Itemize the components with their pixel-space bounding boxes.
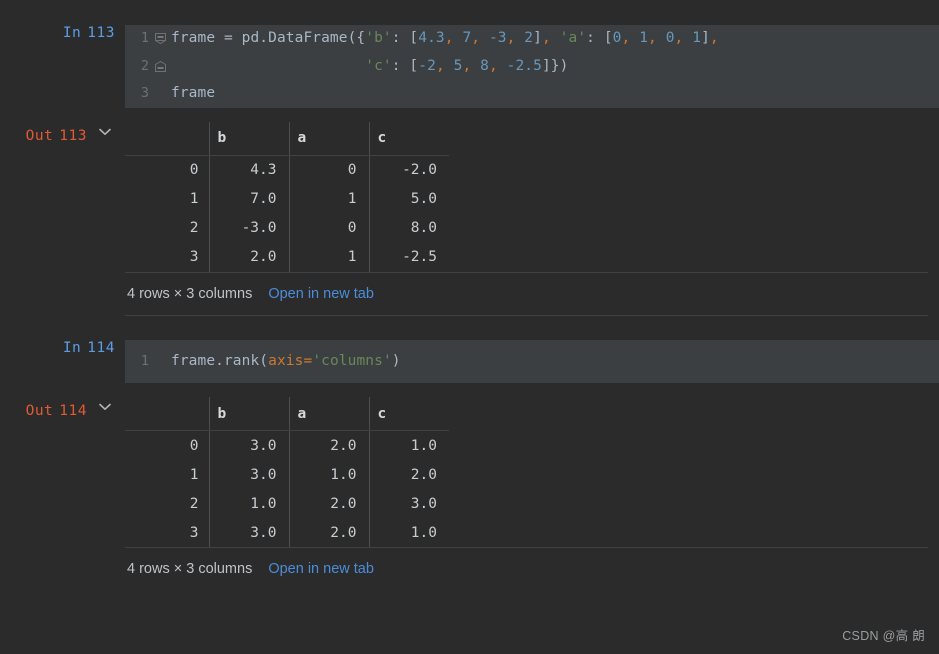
table-column-header-b: b — [208, 121, 289, 156]
table-column-header-c: c — [368, 121, 449, 156]
table-cell: 1.0 — [208, 489, 289, 518]
dataframe-table-114: b a c 0 3.0 2.0 1.0 1 3.0 1.0 2.0 2 1.0 … — [125, 397, 449, 547]
table-cell: 2.0 — [288, 518, 369, 547]
cell-gap-113 — [0, 107, 939, 122]
dataframe-shape-summary: 4 rows × 3 columns — [127, 285, 253, 302]
table-index-header — [125, 397, 209, 431]
dataframe-footer-114: 4 rows × 3 columns Open in new tab — [125, 548, 939, 590]
table-row: 2 1.0 2.0 3.0 — [125, 489, 449, 518]
code-fold-gutter-113[interactable] — [153, 25, 167, 108]
table-row: 2 -3.0 0 8.0 — [125, 213, 449, 243]
input-prompt-label-114: In — [62, 339, 82, 356]
input-prompt-114: In 114 — [0, 339, 125, 356]
line-number: 2 — [140, 57, 149, 74]
output-cell-114: Out 114 b a c 0 3.0 2.0 1.0 1 3.0 1.0 2.… — [0, 397, 939, 590]
table-column-header-b: b — [208, 397, 289, 431]
table-cell: 7.0 — [208, 184, 289, 214]
cell-gap-113-114 — [0, 315, 939, 340]
input-prompt-label-113: In — [62, 25, 82, 41]
output-body-114: b a c 0 3.0 2.0 1.0 1 3.0 1.0 2.0 2 1.0 … — [125, 397, 939, 590]
output-prompt-number-113: 113 — [59, 127, 87, 144]
table-cell: 1 — [288, 242, 369, 272]
table-row: 3 3.0 2.0 1.0 — [125, 518, 449, 547]
watermark: CSDN @高 朗 — [842, 629, 925, 643]
line-number: 3 — [140, 85, 149, 101]
table-index-cell: 1 — [189, 191, 199, 207]
table-index-cell: 0 — [189, 162, 199, 178]
table-cell: 3.0 — [368, 489, 449, 518]
table-column-header-c: c — [368, 397, 449, 431]
output-prompt-113: Out 113 — [0, 121, 125, 144]
table-index-cell: 1 — [189, 466, 199, 483]
table-cell: 1.0 — [368, 518, 449, 547]
output-body-113: b a c 0 4.3 0 -2.0 1 7.0 1 5.0 2 -3.0 0 … — [125, 121, 939, 316]
table-index-cell: 2 — [189, 220, 199, 236]
line-number: 1 — [140, 352, 149, 369]
table-index-cell: 0 — [189, 437, 199, 454]
table-row: 0 4.3 0 -2.0 — [125, 155, 449, 185]
open-in-new-tab-link[interactable]: Open in new tab — [268, 286, 374, 302]
table-cell: 1.0 — [368, 430, 449, 460]
table-row: 1 7.0 1 5.0 — [125, 184, 449, 214]
table-cell: 0 — [288, 155, 369, 185]
fold-end-icon[interactable] — [154, 53, 166, 81]
code-fold-gutter-114 — [153, 347, 167, 375]
table-cell: 5.0 — [368, 184, 449, 214]
table-header-row: b a c — [125, 121, 449, 156]
cell-gap-114 — [0, 383, 939, 397]
table-footer-divider-bottom — [125, 314, 928, 316]
table-cell: 2.0 — [208, 242, 289, 272]
table-index-cell: 2 — [189, 495, 199, 512]
input-prompt-113: In 113 — [0, 25, 125, 41]
line-number-gutter-113: 1 2 3 — [125, 25, 153, 108]
table-cell: 2.0 — [288, 430, 369, 460]
code-editor-113[interactable]: 1 2 3 frame = pd.DataFrame({'b': [4.3, 7… — [125, 25, 939, 108]
table-index-cell: 3 — [189, 524, 199, 541]
table-column-header-a: a — [288, 397, 369, 431]
table-row: 0 3.0 2.0 1.0 — [125, 430, 449, 460]
dataframe-table-113: b a c 0 4.3 0 -2.0 1 7.0 1 5.0 2 -3.0 0 … — [125, 121, 449, 272]
top-spacer — [0, 0, 939, 25]
line-number-gutter-114: 1 — [125, 347, 153, 375]
dataframe-footer-113: 4 rows × 3 columns Open in new tab — [125, 273, 939, 315]
input-cell-113[interactable]: In 113 1 2 3 frame = pd.DataFrame({'b': … — [0, 25, 939, 108]
output-prompt-label-113: Out — [25, 127, 54, 144]
output-prompt-114: Out 114 — [0, 397, 125, 419]
input-prompt-number-113: 113 — [87, 25, 115, 41]
table-cell: 3.0 — [208, 430, 289, 460]
output-prompt-number-114: 114 — [59, 403, 87, 419]
table-cell: 3.0 — [208, 518, 289, 547]
table-cell: 2.0 — [288, 489, 369, 518]
table-cell: -2.5 — [368, 242, 449, 272]
table-cell: -2.0 — [368, 155, 449, 185]
table-header-row: b a c — [125, 397, 449, 431]
input-cell-114[interactable]: In 114 1 frame.rank(axis='columns') — [0, 339, 939, 383]
notebook-canvas: In 113 1 2 3 frame = pd.DataFrame({'b': … — [0, 0, 939, 654]
table-cell: 2.0 — [368, 460, 449, 489]
code-editor-114[interactable]: 1 frame.rank(axis='columns') — [125, 339, 939, 383]
chevron-down-icon[interactable] — [95, 128, 115, 136]
table-row: 1 3.0 1.0 2.0 — [125, 460, 449, 489]
table-index-header — [125, 121, 209, 156]
table-column-header-a: a — [288, 121, 369, 156]
chevron-down-icon[interactable] — [95, 403, 115, 411]
table-cell: 1 — [288, 184, 369, 214]
table-index-cell: 3 — [189, 249, 199, 265]
code-text-114[interactable]: frame.rank(axis='columns') — [167, 348, 939, 376]
output-prompt-label-114: Out — [25, 403, 54, 419]
table-row: 3 2.0 1 -2.5 — [125, 242, 449, 272]
input-prompt-number-114: 114 — [87, 339, 115, 356]
table-cell: 8.0 — [368, 213, 449, 243]
table-cell: 3.0 — [208, 460, 289, 489]
fold-collapse-icon[interactable] — [154, 25, 166, 53]
open-in-new-tab-link[interactable]: Open in new tab — [268, 561, 374, 577]
dataframe-shape-summary: 4 rows × 3 columns — [127, 561, 253, 577]
output-cell-113: Out 113 b a c 0 4.3 0 -2.0 1 7.0 1 5.0 2… — [0, 121, 939, 316]
code-text-113[interactable]: frame = pd.DataFrame({'b': [4.3, 7, -3, … — [167, 25, 939, 108]
table-cell: 0 — [288, 213, 369, 243]
table-cell: 1.0 — [288, 460, 369, 489]
line-number: 1 — [140, 30, 149, 46]
table-cell: -3.0 — [208, 213, 289, 243]
table-cell: 4.3 — [208, 155, 289, 185]
